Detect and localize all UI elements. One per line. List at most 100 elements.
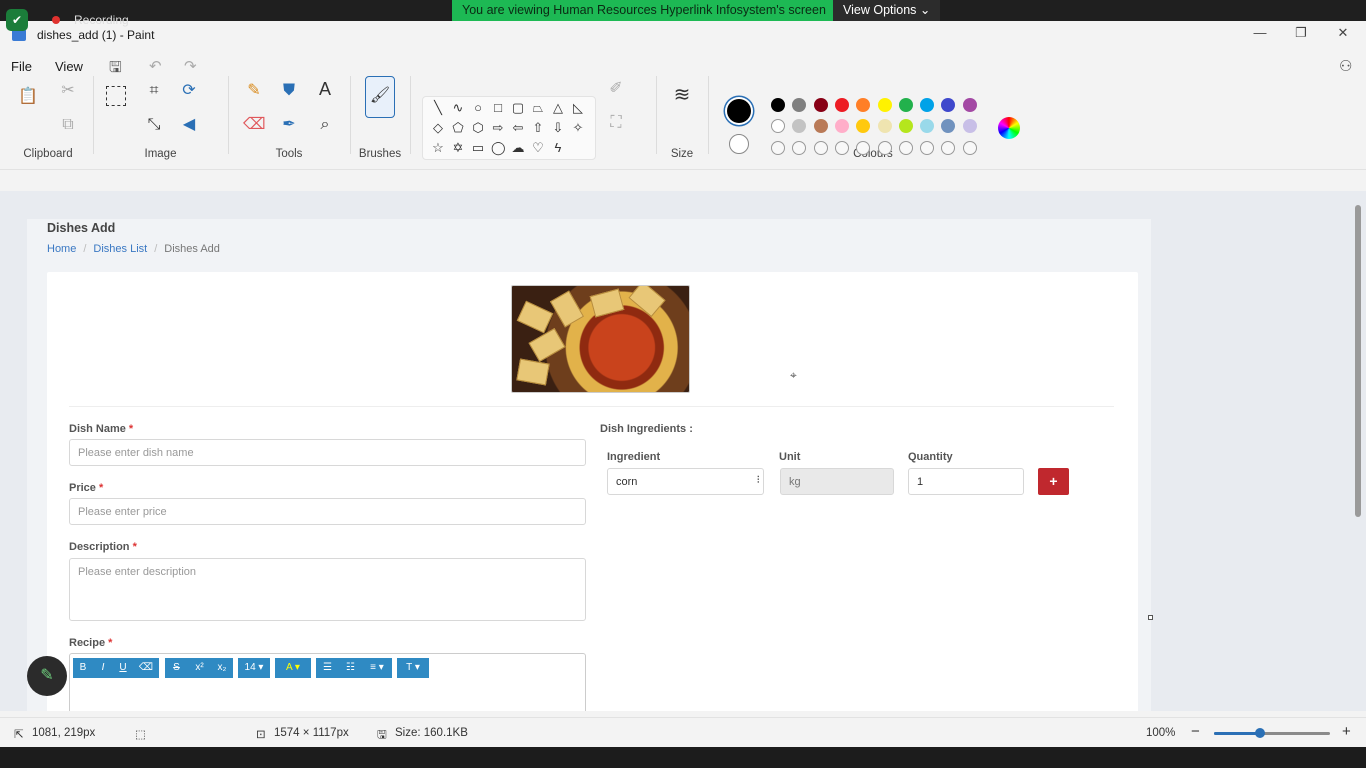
right-triangle-shape-icon[interactable]: ◺ [571, 101, 585, 115]
custom-colour-slot[interactable] [920, 141, 935, 155]
numbered-list-button[interactable]: ☷ [339, 658, 362, 678]
custom-colour-slot[interactable] [813, 141, 828, 155]
zoom-out-button[interactable]: − [1191, 723, 1200, 740]
custom-colour-slot[interactable] [877, 141, 892, 155]
up-arrow-shape-icon[interactable]: ⇧ [531, 121, 545, 135]
triangle-shape-icon[interactable]: △ [551, 101, 565, 115]
minimize-button[interactable]: — [1250, 25, 1270, 40]
colour-swatch[interactable] [962, 98, 977, 112]
annotate-pencil-button[interactable]: ✎ [27, 656, 67, 696]
view-options-button[interactable]: View Options ⌄ [833, 0, 941, 21]
subscript-button[interactable]: x₂ [211, 658, 233, 678]
colour-swatch[interactable] [813, 98, 828, 112]
down-arrow-shape-icon[interactable]: ⇩ [551, 121, 565, 135]
text-style-button[interactable]: T ▾ [397, 658, 429, 678]
maximize-button[interactable]: ❐ [1291, 25, 1311, 41]
pentagon-shape-icon[interactable]: ⬠ [451, 121, 465, 135]
font-size-button[interactable]: 14 ▾ [238, 658, 270, 678]
paste-icon[interactable]: 📋 [17, 86, 39, 108]
left-arrow-shape-icon[interactable]: ⇦ [511, 121, 525, 135]
six-point-star-shape-icon[interactable]: ✡ [451, 141, 465, 155]
rounded-rectangle-shape-icon[interactable]: ▢ [511, 101, 525, 115]
custom-colour-slot[interactable] [771, 141, 785, 155]
bold-button[interactable]: B [73, 658, 93, 678]
lightning-shape-icon[interactable]: ϟ [551, 141, 565, 155]
crop-icon[interactable]: ⌗ [143, 80, 165, 102]
colour-picker-icon[interactable]: ✒ [278, 114, 300, 136]
hexagon-shape-icon[interactable]: ⬡ [471, 121, 485, 135]
zoom-slider[interactable] [1214, 728, 1330, 738]
custom-colour-slot[interactable] [962, 141, 977, 155]
line-width-icon[interactable]: ≋ [671, 84, 693, 106]
oval-shape-icon[interactable]: ○ [471, 101, 485, 115]
brush-icon[interactable]: 🖌 [365, 76, 395, 118]
superscript-button[interactable]: x² [188, 658, 211, 678]
polygon-shape-icon[interactable]: ⏢ [531, 101, 545, 115]
colour-swatch[interactable] [920, 98, 935, 112]
right-arrow-shape-icon[interactable]: ⇨ [491, 121, 505, 135]
colour-swatch[interactable] [877, 98, 892, 112]
shape-fill-icon[interactable]: ⛶ [605, 112, 627, 134]
colour-swatch[interactable] [771, 98, 785, 112]
fill-icon[interactable]: ⛊ [278, 80, 300, 102]
colour-swatch[interactable] [771, 119, 785, 133]
canvas-area[interactable]: Dishes Add Home / Dishes List / Dishes Add D… [0, 191, 1366, 711]
curve-shape-icon[interactable]: ∿ [451, 101, 465, 115]
current-colour-secondary[interactable] [729, 134, 749, 154]
quantity-input[interactable]: 1 [908, 468, 1024, 495]
strikethrough-button[interactable]: S [165, 658, 188, 678]
colour-swatch[interactable] [813, 119, 828, 133]
five-point-star-shape-icon[interactable]: ☆ [431, 141, 445, 155]
canvas-resize-handle[interactable] [1148, 615, 1153, 620]
colour-button[interactable]: A ▾ [275, 658, 311, 678]
description-textarea[interactable]: Please enter description [69, 558, 586, 621]
oval-callout-shape-icon[interactable]: ◯ [491, 141, 506, 155]
diamond-shape-icon[interactable]: ◇ [431, 121, 445, 135]
colour-swatch[interactable] [834, 119, 849, 133]
outline-icon[interactable]: ✐ [605, 78, 627, 100]
rotate-icon[interactable]: ⟳ [178, 80, 200, 102]
four-point-star-shape-icon[interactable]: ✧ [571, 121, 585, 135]
magnifier-icon[interactable]: ⌕ [314, 114, 336, 136]
colour-swatch[interactable] [877, 119, 892, 133]
select-icon[interactable] [106, 86, 126, 106]
eraser-icon[interactable]: ⌫ [243, 114, 266, 136]
colour-swatch[interactable] [898, 119, 913, 133]
cloud-callout-shape-icon[interactable]: ☁ [511, 141, 525, 155]
copy-icon[interactable]: ⧉ [57, 114, 79, 136]
cursor-position: 1081, 219px [32, 727, 96, 739]
image-label: Image [144, 148, 177, 160]
add-ingredient-button[interactable]: + [1038, 468, 1069, 495]
colour-swatch[interactable] [962, 119, 977, 133]
dish-name-input[interactable]: Please enter dish name [69, 439, 586, 466]
underline-button[interactable]: U [113, 658, 133, 678]
zoom-in-button[interactable]: + [1342, 723, 1351, 740]
edit-colours-icon[interactable] [998, 117, 1020, 139]
price-input[interactable]: Please enter price [69, 498, 586, 525]
rectangle-shape-icon[interactable]: □ [491, 101, 505, 115]
bullet-list-button[interactable]: ☰ [316, 658, 339, 678]
pencil-icon[interactable]: ✎ [243, 80, 265, 102]
text-icon[interactable]: A [314, 78, 336, 100]
heart-shape-icon[interactable]: ♡ [531, 141, 545, 155]
custom-colour-slot[interactable] [834, 141, 849, 155]
recipe-editor[interactable]: B I U ⌫ S x² x₂ 14 ▾ A ▾ ☰ ☷ ≡ ▾ T ▾ [69, 653, 586, 711]
close-button[interactable]: ✕ [1333, 25, 1353, 41]
current-colour-primary[interactable] [727, 99, 751, 123]
rect-callout-shape-icon[interactable]: ▭ [471, 141, 485, 155]
cut-icon[interactable]: ✂ [57, 80, 79, 102]
custom-colour-slot[interactable] [898, 141, 913, 155]
zoom-slider-thumb[interactable] [1255, 728, 1266, 738]
record-dot-icon [52, 16, 60, 24]
italic-button[interactable]: I [93, 658, 113, 678]
vertical-scrollbar[interactable] [1355, 205, 1361, 517]
colour-swatch[interactable] [898, 98, 913, 112]
flip-icon[interactable]: ◀ [178, 114, 200, 136]
align-button[interactable]: ≡ ▾ [362, 658, 392, 678]
ingredient-select[interactable]: corn ⁝ [607, 468, 764, 495]
resize-icon[interactable]: ⤡ [143, 114, 165, 136]
colour-swatch[interactable] [834, 98, 849, 112]
clear-format-button[interactable]: ⌫ [133, 658, 159, 678]
colour-swatch[interactable] [920, 119, 935, 133]
line-shape-icon[interactable]: ╲ [431, 101, 445, 115]
